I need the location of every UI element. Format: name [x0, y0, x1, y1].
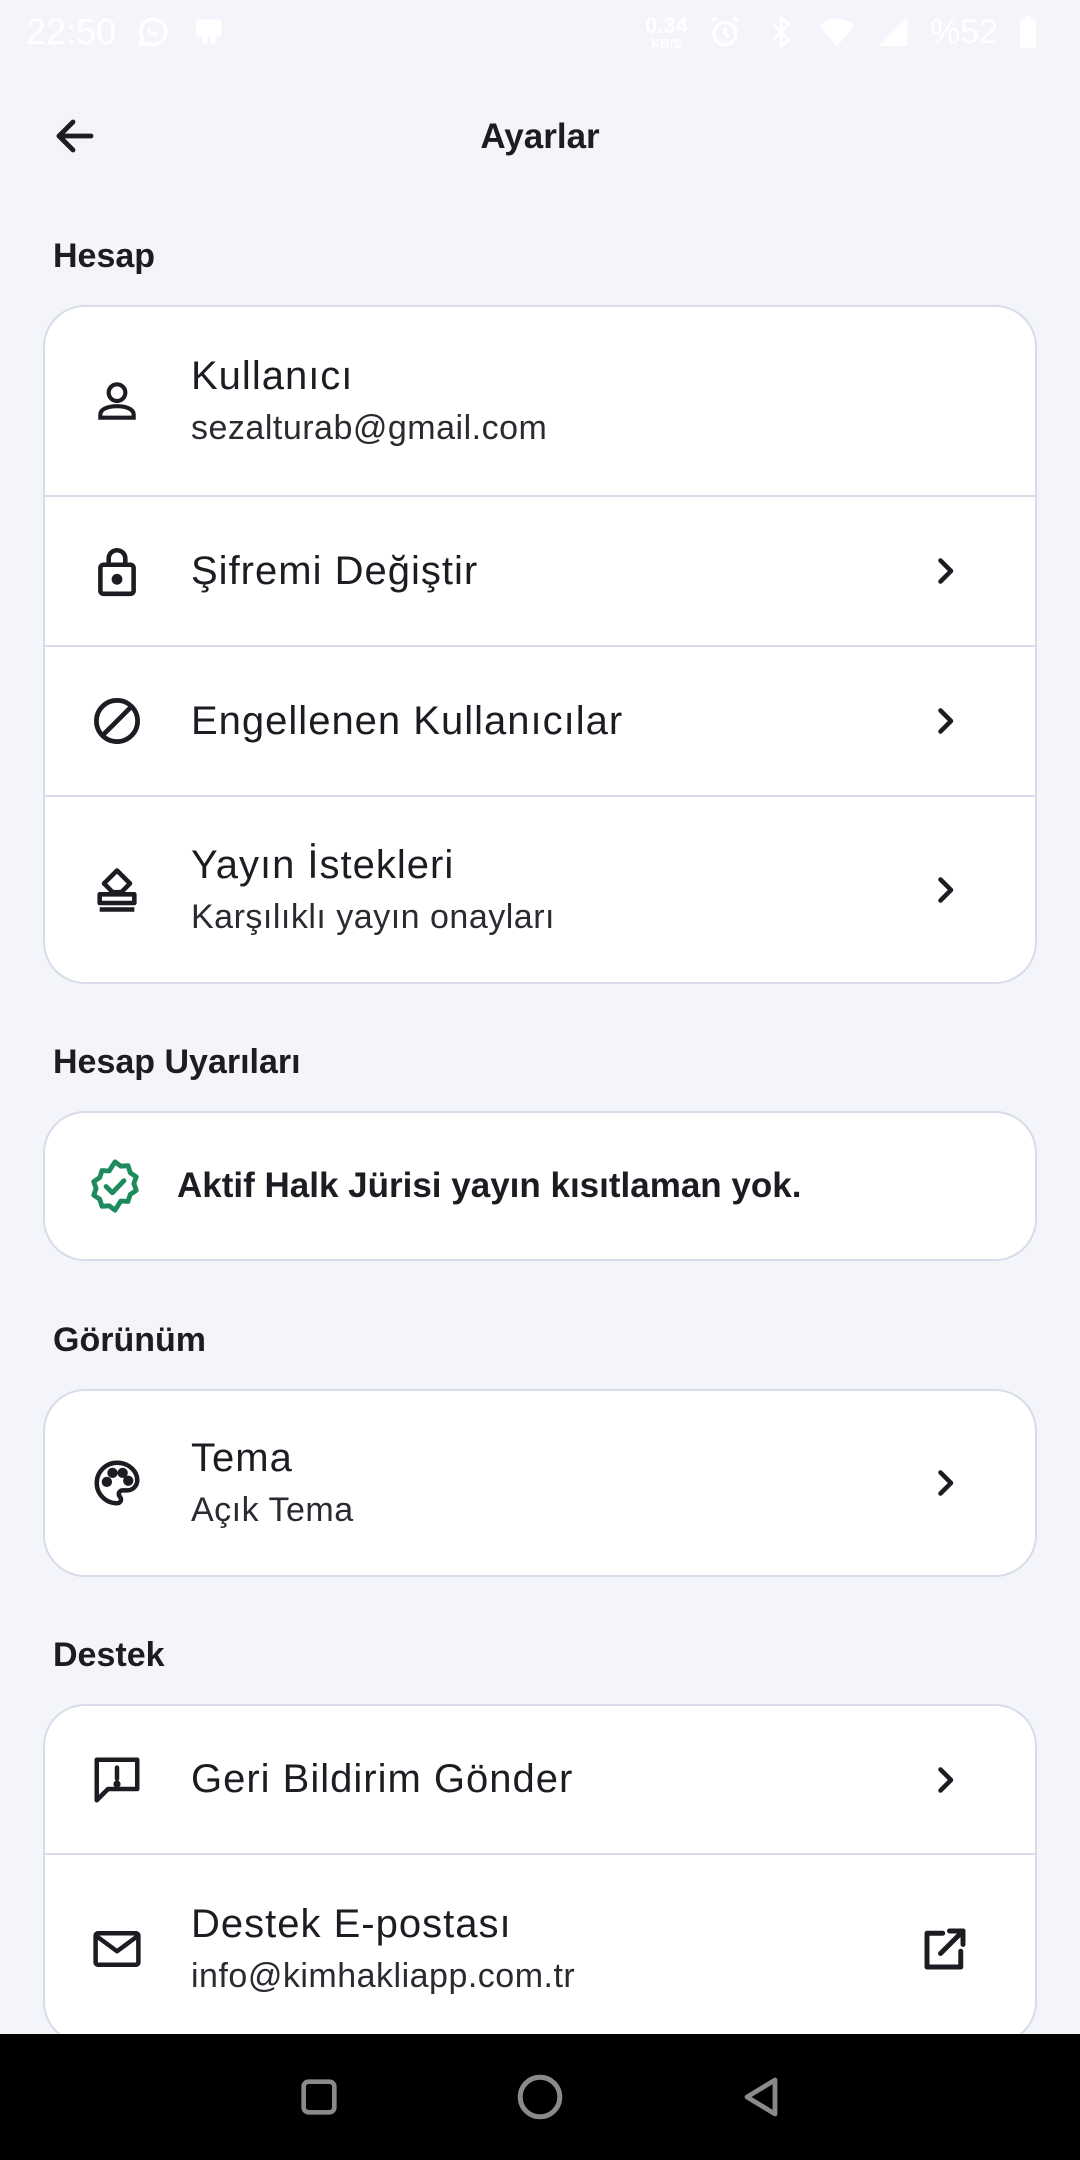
blocked-users-title: Engellenen Kullanıcılar — [191, 698, 624, 743]
section-title-account: Hesap — [53, 237, 156, 275]
status-right: 0.34 KB/S %52 — [645, 13, 1054, 52]
network-speed: 0.34 KB/S — [645, 12, 688, 51]
arrow-left-icon — [51, 112, 99, 165]
chevron-right-icon — [923, 699, 967, 743]
block-icon — [87, 691, 147, 751]
section-title-appearance: Görünüm — [53, 1321, 206, 1359]
system-nav-bar — [0, 2034, 1080, 2160]
support-email-address: info@kimhakliapp.com.tr — [191, 1956, 576, 1995]
chevron-right-icon — [923, 549, 967, 593]
status-left: 22:50 — [26, 11, 228, 53]
recents-icon[interactable] — [286, 2064, 352, 2130]
blocked-users-row[interactable]: Engellenen Kullanıcılar — [45, 645, 1035, 795]
network-speed-value: 0.34 — [645, 12, 688, 38]
network-speed-unit: KB/S — [650, 35, 683, 51]
appearance-card: Tema Açık Tema — [43, 1389, 1037, 1577]
blocked-users-text: Engellenen Kullanıcılar — [191, 699, 895, 744]
page-title: Ayarlar — [480, 117, 600, 156]
battery-percent: %52 — [929, 12, 998, 51]
alert-row: Aktif Halk Jürisi yayın kısıtlaman yok. — [45, 1113, 1035, 1259]
change-password-title: Şifremi Değiştir — [191, 548, 479, 593]
user-email: sezalturab@gmail.com — [191, 409, 548, 447]
wifi-icon — [818, 13, 856, 51]
open-external-icon — [917, 1921, 973, 1977]
verified-badge-icon — [85, 1156, 145, 1216]
alarm-icon — [706, 13, 744, 51]
change-password-text: Şifremi Değiştir — [191, 549, 895, 594]
broadcast-requests-title: Yayın İstekleri — [191, 842, 455, 887]
alerts-card: Aktif Halk Jürisi yayın kısıtlaman yok. — [43, 1111, 1037, 1261]
alert-message: Aktif Halk Jürisi yayın kısıtlaman yok. — [177, 1166, 802, 1205]
feedback-text: Geri Bildirim Gönder — [191, 1757, 895, 1802]
user-row[interactable]: Kullanıcı sezalturab@gmail.com — [45, 307, 1035, 495]
account-card: Kullanıcı sezalturab@gmail.com Şifremi D… — [43, 305, 1037, 984]
theme-title: Tema — [191, 1436, 293, 1480]
bluetooth-icon — [762, 13, 800, 51]
change-password-row[interactable]: Şifremi Değiştir — [45, 495, 1035, 645]
feedback-row[interactable]: Geri Bildirim Gönder — [45, 1706, 1035, 1853]
signal-icon — [874, 13, 912, 51]
theme-value: Açık Tema — [191, 1491, 354, 1529]
back-triangle-icon[interactable] — [728, 2064, 794, 2130]
whatsapp-icon — [134, 13, 172, 51]
user-row-text: Kullanıcı sezalturab@gmail.com — [191, 354, 895, 448]
home-icon[interactable] — [507, 2064, 573, 2130]
support-email-title: Destek E-postası — [191, 1901, 512, 1946]
broadcast-requests-row[interactable]: Yayın İstekleri Karşılıklı yayın onaylar… — [45, 795, 1035, 982]
app-bar: Ayarlar — [0, 80, 1080, 194]
chevron-right-icon — [923, 1758, 967, 1802]
section-title-alerts: Hesap Uyarıları — [53, 1043, 301, 1081]
support-email-text: Destek E-postası info@kimhakliapp.com.tr — [191, 1902, 895, 1996]
lock-icon — [87, 541, 147, 601]
support-card: Geri Bildirim Gönder Destek E-postası in… — [43, 1704, 1037, 2044]
feedback-title: Geri Bildirim Gönder — [191, 1757, 574, 1801]
mail-icon — [87, 1919, 147, 1979]
chevron-right-icon — [923, 1461, 967, 1505]
user-title: Kullanıcı — [191, 354, 354, 398]
notification-icon — [190, 13, 228, 51]
status-time: 22:50 — [26, 11, 117, 52]
back-button[interactable] — [34, 102, 116, 174]
theme-row[interactable]: Tema Açık Tema — [45, 1391, 1035, 1575]
palette-icon — [87, 1453, 147, 1513]
support-email-row[interactable]: Destek E-postası info@kimhakliapp.com.tr — [45, 1853, 1035, 2042]
settings-screen: 22:50 0.34 KB/S %52 Ayarlar Hesap Kullan… — [0, 0, 1080, 2160]
chevron-right-icon — [923, 868, 967, 912]
feedback-icon — [87, 1750, 147, 1810]
battery-icon — [1016, 13, 1054, 51]
user-icon — [87, 371, 147, 431]
broadcast-requests-subtitle: Karşılıklı yayın onayları — [191, 897, 555, 936]
status-bar: 22:50 0.34 KB/S %52 — [0, 0, 1080, 64]
section-title-support: Destek — [53, 1636, 165, 1674]
broadcast-requests-text: Yayın İstekleri Karşılıklı yayın onaylar… — [191, 843, 895, 937]
theme-row-text: Tema Açık Tema — [191, 1436, 895, 1530]
stamp-icon — [87, 860, 147, 920]
